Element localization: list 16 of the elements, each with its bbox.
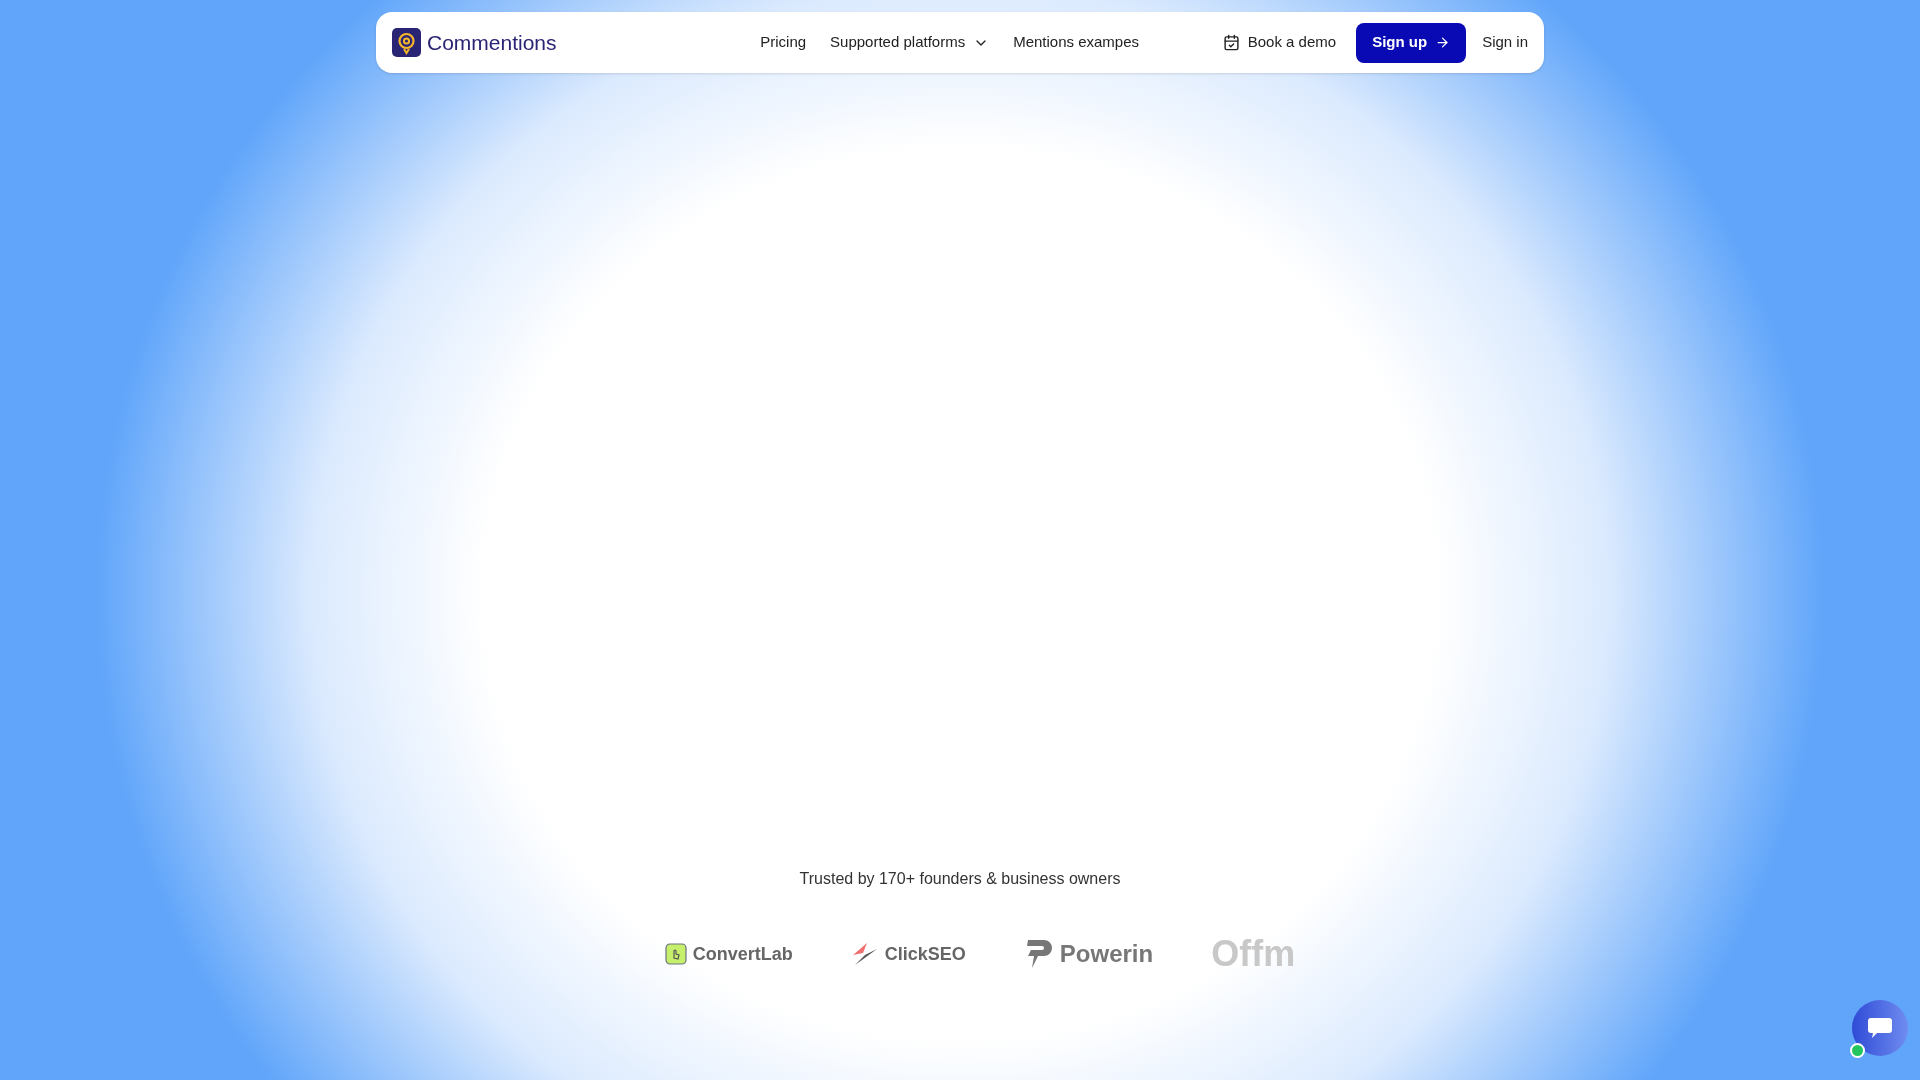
trusted-caption: Trusted by 170+ founders & business owners xyxy=(799,869,1121,889)
company-logo-text: Powerin xyxy=(1059,939,1154,969)
brand-name[interactable]: Commentions xyxy=(427,26,557,59)
nav-dropdown[interactable]: Supported platforms xyxy=(830,31,990,54)
sign-up-button[interactable]: Sign up xyxy=(1356,22,1467,63)
speech-bubble-icon xyxy=(1867,1016,1893,1040)
nav-link[interactable]: Mentions exampes xyxy=(1013,31,1140,54)
company-logo-text: ConvertLab xyxy=(692,942,793,966)
calendar-icon xyxy=(1222,34,1240,51)
book-demo-link[interactable]: Book a demo xyxy=(1222,31,1337,54)
nav-link[interactable]: Pricing xyxy=(760,31,807,54)
sign-in-link[interactable]: Sign in xyxy=(1482,31,1528,54)
arrow-right-icon xyxy=(1435,35,1451,50)
chat-button[interactable] xyxy=(1852,1000,1908,1056)
company-logo-text: ClickSEO xyxy=(884,942,966,966)
pointer-hand-icon xyxy=(664,943,687,965)
